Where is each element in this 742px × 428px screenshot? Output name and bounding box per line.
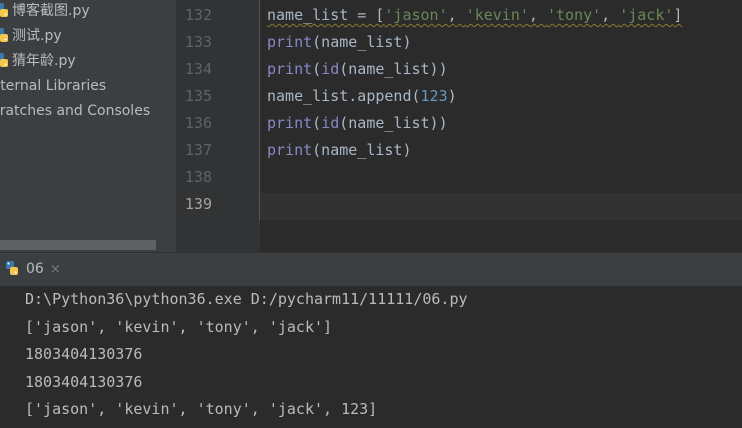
code-token: (name_list) [312,141,412,159]
tree-item-file-3[interactable]: 猜年龄.py [0,50,76,72]
code-token: print [267,141,313,159]
close-icon[interactable]: × [50,262,61,277]
line-number: 135 [184,87,212,105]
tree-item-label: 博客截图.py [12,3,90,19]
code-token: 123 [420,87,448,105]
run-console[interactable]: D:\Python36\python36.exe D:/pycharm11/11… [0,286,742,428]
code-token: ( [312,60,322,78]
code-token: name_list = [ [267,6,385,24]
console-line: 1803404130376 [25,345,143,363]
code-token: ] [673,6,683,24]
console-line: 1803404130376 [25,373,143,391]
tab-label: 06 [26,261,44,277]
line-number: 133 [184,33,212,51]
code-token: (name_list) [312,33,412,51]
python-file-icon [0,27,10,43]
line-number: 137 [184,141,212,159]
line-number: 136 [184,114,212,132]
code-token: , [528,6,547,24]
gutter-separator [259,0,260,221]
code-token: , [447,6,466,24]
tree-item-label: xternal Libraries [0,78,107,94]
code-line: name_list.append(123) [267,83,457,110]
python-run-icon [4,256,20,275]
code-line: name_list = ['jason', 'kevin', 'tony', '… [267,2,682,29]
horizontal-scrollbar[interactable] [0,238,176,252]
code-token: print [267,60,313,78]
console-line: ['jason', 'kevin', 'tony', 'jack', 123] [25,400,378,418]
code-line: print(name_list) [267,29,412,56]
code-token: print [267,114,313,132]
code-editor[interactable]: 132 133 134 135 136 137 138 139 name_list = ['ja… [176,0,742,252]
console-line: ['jason', 'kevin', 'tony', 'jack'] [25,318,333,336]
code-token: 'jason' [384,6,448,24]
python-file-icon [0,52,10,68]
scrollbar-thumb[interactable] [0,240,156,250]
code-token: name_list.append( [267,87,421,105]
code-token: (name_list)) [339,60,448,78]
code-line: print(id(name_list)) [267,110,448,137]
current-line-highlight [176,193,742,220]
line-number: 138 [184,168,212,186]
code-token: id [321,60,340,78]
code-line: print(name_list) [267,137,412,164]
code-token: 'kevin' [465,6,529,24]
tree-item-external-libraries[interactable]: xternal Libraries [0,75,106,97]
code-token: 'jack' [619,6,674,24]
tree-item-label: cratches and Consoles [0,103,151,119]
code-token: ) [447,87,457,105]
tree-item-label: 猜年龄.py [12,53,76,69]
python-file-icon [0,2,10,18]
console-line: D:\Python36\python36.exe D:/pycharm11/11… [25,290,468,308]
code-token: print [267,33,313,51]
code-token: , [601,6,620,24]
code-token: 'tony' [546,6,602,24]
gutter-bottom [176,221,260,252]
run-tool-window-tabs: 06 × [0,252,742,286]
code-line: print(id(name_list)) [267,56,448,83]
tree-item-file-2[interactable]: 测试.py [0,25,62,47]
code-token: ( [312,114,322,132]
code-token: (name_list)) [339,114,448,132]
tree-item-file-1[interactable]: 博客截图.py [0,0,90,22]
project-tree: 博客截图.py 测试.py 猜年龄.py xternal Libraries c… [0,0,176,252]
line-number: 132 [184,6,212,24]
tree-item-label: 测试.py [12,28,62,44]
line-number: 134 [184,60,212,78]
tab-run-06[interactable]: 06 × [0,253,71,286]
tree-item-scratches-and-consoles[interactable]: cratches and Consoles [0,100,150,122]
code-token: id [321,114,340,132]
line-number: 139 [184,195,212,213]
